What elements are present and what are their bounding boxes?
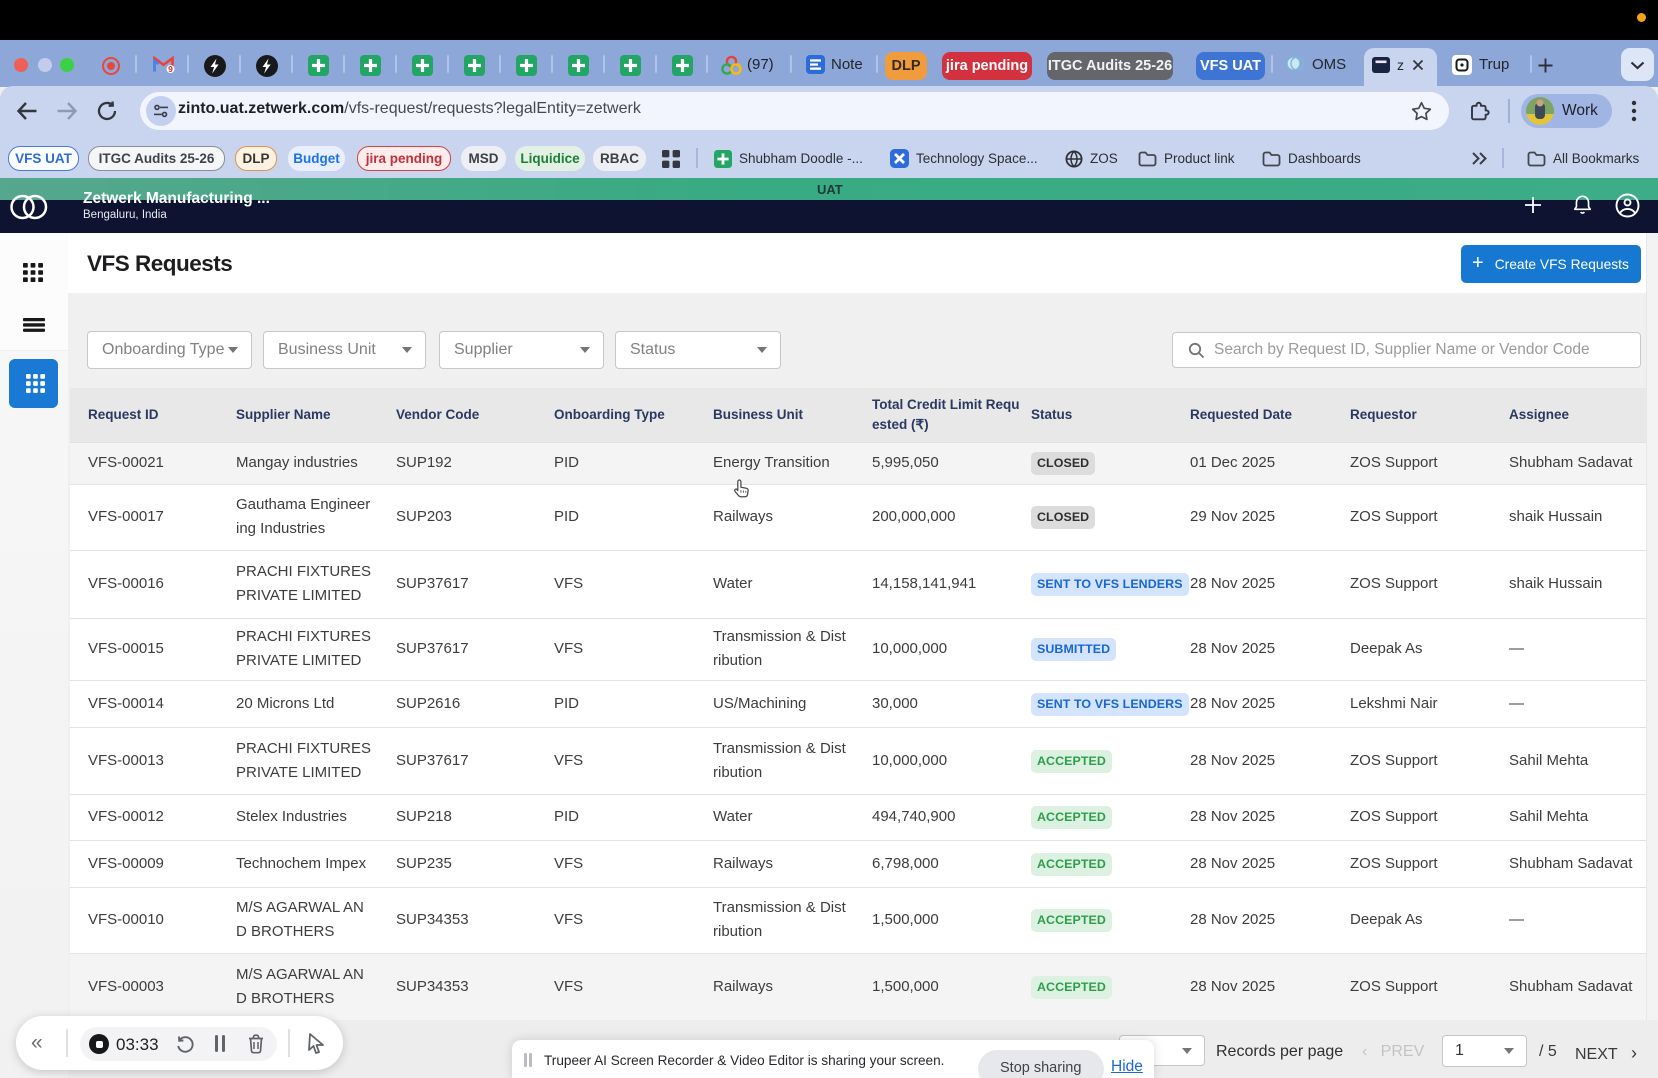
svg-text:9: 9	[168, 64, 173, 73]
